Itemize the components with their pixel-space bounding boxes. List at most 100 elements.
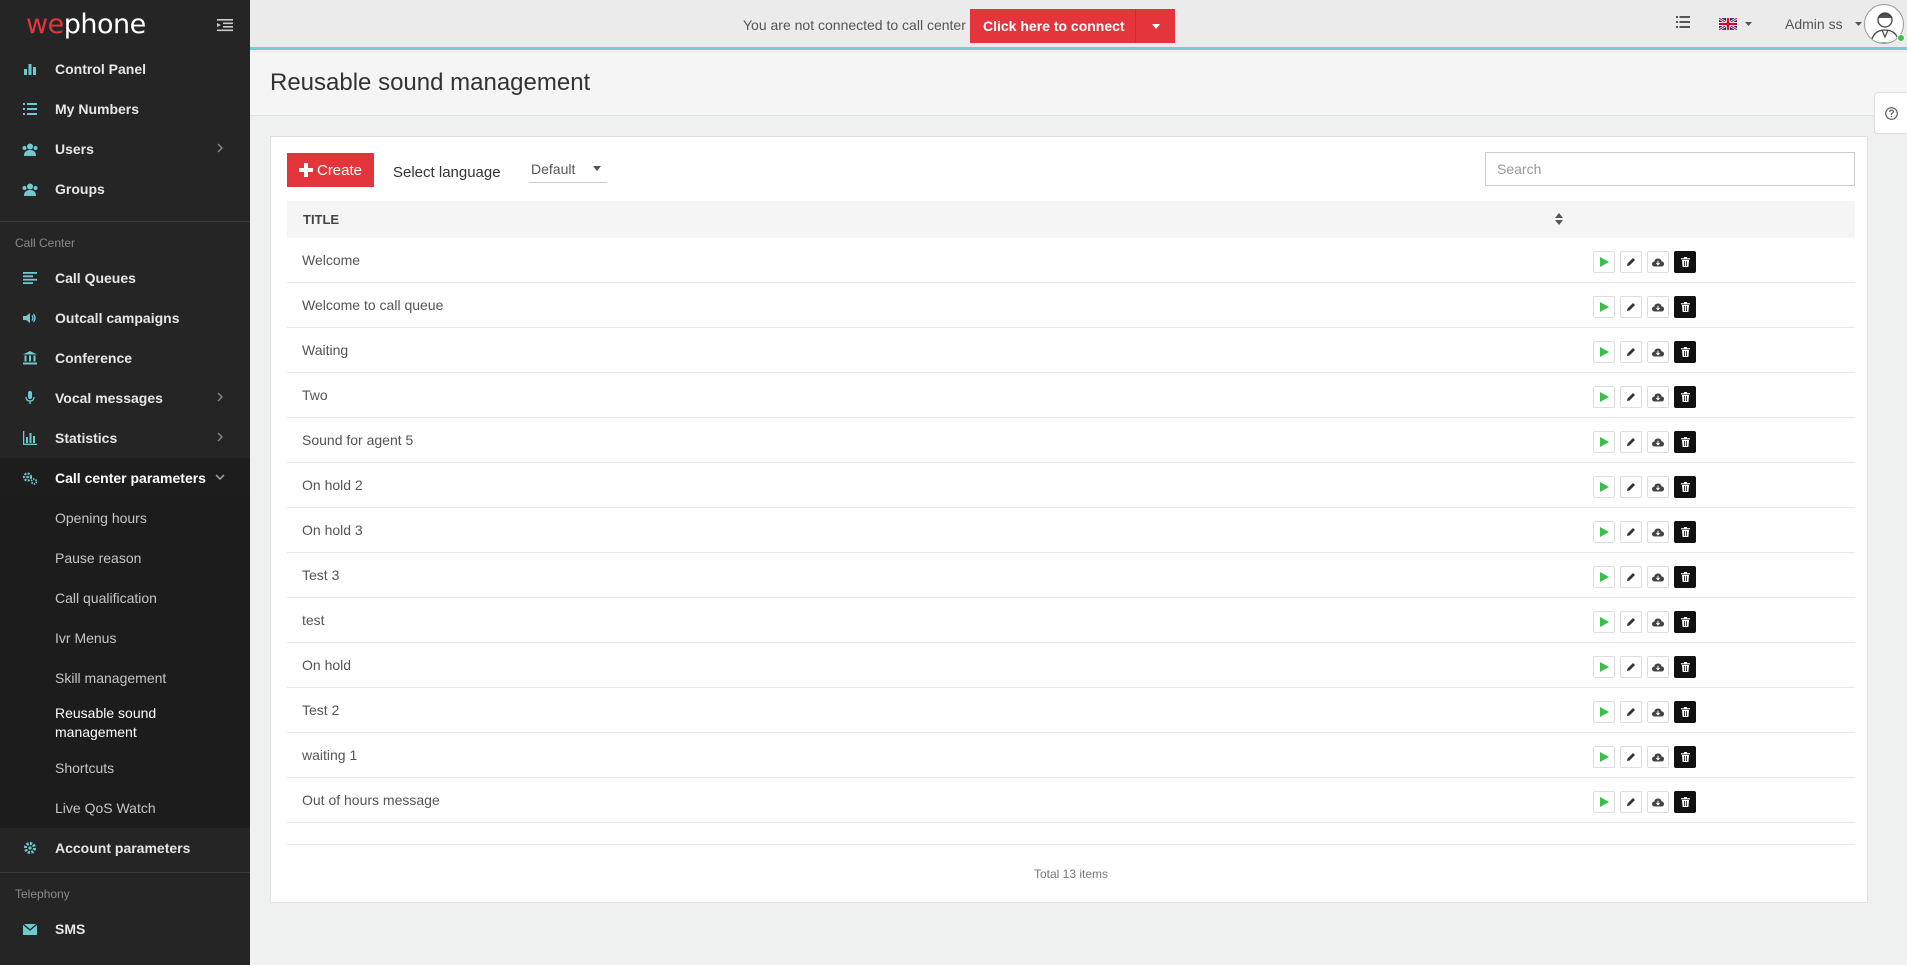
sidebar-item-my-numbers[interactable]: My Numbers [0,89,250,129]
edit-button[interactable] [1620,386,1642,408]
play-button[interactable] [1593,566,1615,588]
download-button[interactable] [1647,611,1669,633]
delete-button[interactable] [1674,521,1696,543]
sidebar-item-sms[interactable]: SMS [0,909,250,949]
help-button[interactable] [1874,92,1907,134]
connection-notice: You are not connected to call center [743,17,966,33]
edit-button[interactable] [1620,476,1642,498]
wephone-logo[interactable]: wephone [26,9,146,40]
trash-icon [1680,482,1690,492]
question-circle-icon [1884,106,1898,120]
trash-icon [1680,572,1690,582]
edit-button[interactable] [1620,521,1642,543]
uk-flag-icon[interactable] [1719,18,1737,30]
download-button[interactable] [1647,746,1669,768]
play-button[interactable] [1593,476,1615,498]
create-button[interactable]: Create [287,153,374,187]
submenu-item-call-qualification[interactable]: Call qualification [0,578,250,618]
sidebar-item-call-center-parameters[interactable]: Call center parameters [0,458,250,498]
delete-button[interactable] [1674,746,1696,768]
envelope-icon [22,921,38,937]
play-button[interactable] [1593,791,1615,813]
edit-button[interactable] [1620,611,1642,633]
delete-button[interactable] [1674,386,1696,408]
menu-collapse-icon[interactable] [217,18,233,32]
play-button[interactable] [1593,386,1615,408]
edit-button[interactable] [1620,341,1642,363]
download-button[interactable] [1647,251,1669,273]
sound-title: On hold 2 [302,477,363,493]
download-button[interactable] [1647,341,1669,363]
download-button[interactable] [1647,476,1669,498]
sidebar-item-statistics[interactable]: Statistics [0,418,250,458]
download-button[interactable] [1647,296,1669,318]
download-button[interactable] [1647,386,1669,408]
download-button[interactable] [1647,566,1669,588]
edit-button[interactable] [1620,656,1642,678]
cloud-download-icon [1652,348,1664,356]
delete-button[interactable] [1674,341,1696,363]
caret-down-icon[interactable] [1855,22,1862,26]
caret-down-icon[interactable] [1745,22,1752,26]
table-row: Two [287,373,1855,418]
play-button[interactable] [1593,656,1615,678]
delete-button[interactable] [1674,701,1696,723]
play-button[interactable] [1593,611,1615,633]
delete-button[interactable] [1674,476,1696,498]
column-header-title[interactable]: TITLE [303,212,339,227]
delete-button[interactable] [1674,296,1696,318]
download-button[interactable] [1647,701,1669,723]
sidebar-item-groups[interactable]: Groups [0,169,250,209]
sidebar-item-account-parameters[interactable]: Account parameters [0,828,250,868]
download-button[interactable] [1647,521,1669,543]
play-button[interactable] [1593,431,1615,453]
play-button[interactable] [1593,296,1615,318]
download-button[interactable] [1647,656,1669,678]
delete-button[interactable] [1674,251,1696,273]
sidebar-item-outcall-campaigns[interactable]: Outcall campaigns [0,298,250,338]
delete-button[interactable] [1674,431,1696,453]
submenu-item-shortcuts[interactable]: Shortcuts [0,748,250,788]
delete-button[interactable] [1674,566,1696,588]
submenu-item-ivr-menus[interactable]: Ivr Menus [0,618,250,658]
play-button[interactable] [1593,746,1615,768]
delete-button[interactable] [1674,611,1696,633]
submenu-item-reusable-sound-management[interactable]: Reusable sound management [0,698,250,748]
sidebar-item-control-panel[interactable]: Control Panel [0,49,250,89]
search-input[interactable] [1485,152,1855,186]
edit-button[interactable] [1620,701,1642,723]
submenu-item-opening-hours[interactable]: Opening hours [0,498,250,538]
submenu-item-pause-reason[interactable]: Pause reason [0,538,250,578]
language-select[interactable]: Default [529,155,607,183]
edit-button[interactable] [1620,566,1642,588]
chevron-right-icon [217,392,223,402]
delete-button[interactable] [1674,656,1696,678]
edit-button[interactable] [1620,746,1642,768]
user-menu-name[interactable]: Admin ss [1785,16,1843,32]
play-button[interactable] [1593,521,1615,543]
list-icon[interactable] [1676,16,1690,28]
play-button[interactable] [1593,341,1615,363]
edit-button[interactable] [1620,251,1642,273]
sidebar-item-call-queues[interactable]: Call Queues [0,258,250,298]
download-button[interactable] [1647,791,1669,813]
delete-button[interactable] [1674,791,1696,813]
sort-icon[interactable] [1555,213,1563,225]
edit-button[interactable] [1620,431,1642,453]
sidebar-item-vocal-messages[interactable]: Vocal messages [0,378,250,418]
sidebar-item-label: Users [55,141,94,157]
edit-button[interactable] [1620,296,1642,318]
caret-down-icon[interactable] [1135,9,1175,43]
sidebar-item-label: Groups [55,181,105,197]
select-language-label: Select language [393,164,501,181]
edit-button[interactable] [1620,791,1642,813]
play-button[interactable] [1593,701,1615,723]
submenu-item-live-qos-watch[interactable]: Live QoS Watch [0,788,250,828]
connect-call-center-button[interactable]: Click here to connect [970,9,1175,43]
sidebar-item-users[interactable]: Users [0,129,250,169]
submenu-item-skill-management[interactable]: Skill management [0,658,250,698]
sidebar-item-conference[interactable]: Conference [0,338,250,378]
download-button[interactable] [1647,431,1669,453]
play-button[interactable] [1593,251,1615,273]
bar-chart-icon [22,61,38,77]
